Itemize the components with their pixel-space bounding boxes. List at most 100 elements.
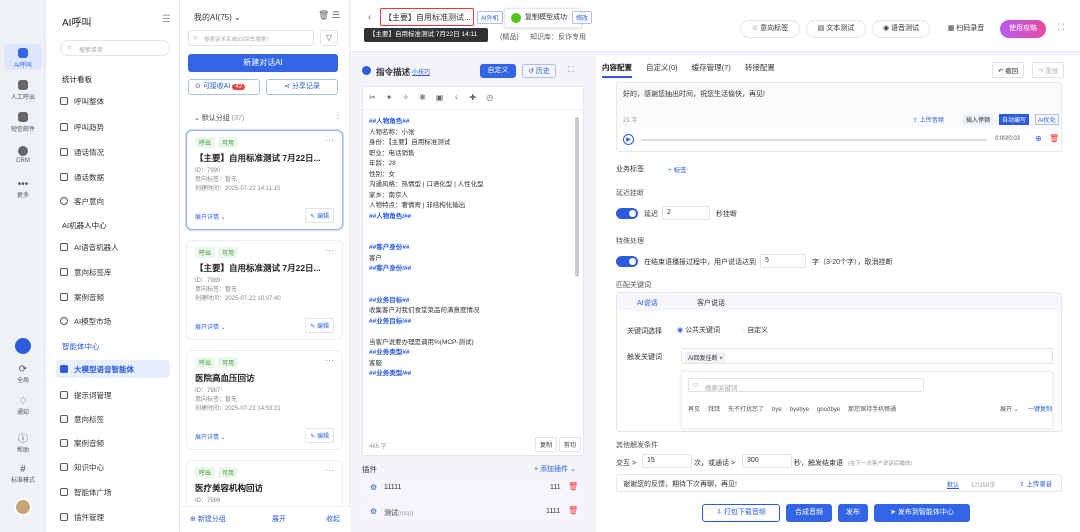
- default-link[interactable]: 默认: [947, 480, 959, 489]
- cut-button[interactable]: 剪切: [559, 437, 582, 452]
- custom-button[interactable]: 自定义: [480, 64, 516, 78]
- tab-customer-speech[interactable]: 客户说话: [697, 298, 725, 308]
- card-more-icon[interactable]: ···: [325, 245, 334, 255]
- voice-test-button[interactable]: ◉ 语音测试: [872, 20, 930, 38]
- menu-item-agent-plaza[interactable]: 智能体广场: [56, 483, 170, 501]
- closing-line-box[interactable]: 谢谢您的反馈，期待下次再聊，再见! 默认 17/150字 ⇪ 上传录音: [616, 474, 1062, 492]
- rail-item-manual[interactable]: 人工呼出: [0, 80, 46, 104]
- plugin-row[interactable]: ⚙ 11111 111 🗑: [362, 478, 584, 498]
- add-plugin-button[interactable]: + 添加插件 ⌄: [534, 464, 576, 474]
- keyword-option[interactable]: bye: [772, 407, 782, 413]
- menu-item-audio[interactable]: 案例音频: [56, 288, 170, 306]
- keyword-option[interactable]: 先不打扰您了: [728, 404, 764, 413]
- audio-player[interactable]: ▶ 0:00/0:03 ⊕ 🗑: [617, 129, 1061, 151]
- menu-item-llm-agent[interactable]: 大模型语音智能体: [56, 360, 170, 378]
- edit-tag[interactable]: 修改: [572, 11, 593, 24]
- progress-bar[interactable]: [641, 139, 987, 141]
- avatar[interactable]: [14, 498, 32, 516]
- ai-card[interactable]: 呼出 可用 ··· 【主要】自用标准测试 7月22日... ID：7989 意向标签…: [186, 240, 343, 340]
- rail-item-more[interactable]: ••• 更多: [0, 180, 46, 204]
- delete-icon[interactable]: 🗑: [1049, 134, 1059, 143]
- ai-title[interactable]: 【主要】自用标准测试...: [380, 8, 474, 26]
- trigger-input[interactable]: AI回复挂断 ×: [681, 348, 1053, 364]
- radio-custom[interactable]: ○ 自定义: [741, 325, 768, 335]
- redo-button[interactable]: ↷ 重做: [1032, 62, 1065, 78]
- filter-icon[interactable]: ▽: [320, 30, 338, 46]
- ai-card[interactable]: 呼出 可用 ··· 医院高血压回访 ID：7987 意向标签：暂无 创建时间：2025…: [186, 350, 343, 450]
- interaction-input[interactable]: 15: [642, 454, 692, 468]
- publish-button[interactable]: 发布: [838, 504, 868, 522]
- tab-cache[interactable]: 缓存管理(7): [692, 62, 731, 78]
- menu-item-voice-robot[interactable]: AI语音机器人: [56, 238, 170, 256]
- keyword-option[interactable]: 再见: [688, 404, 700, 413]
- edit-button[interactable]: ✎ 编辑: [305, 318, 334, 333]
- collapse-menu-icon[interactable]: ☰: [162, 14, 171, 25]
- synthesize-audio-button[interactable]: 合成音频: [786, 504, 832, 522]
- expand-all-button[interactable]: 展开: [272, 514, 286, 524]
- rail-item-ai-call[interactable]: AI呼叫: [4, 44, 42, 70]
- tab-transfer[interactable]: 转接配置: [745, 62, 775, 78]
- undo-button[interactable]: ↶ 撤回: [992, 62, 1025, 78]
- delete-icon[interactable]: 🗑: [568, 506, 578, 515]
- tab-content[interactable]: 内容配置: [602, 62, 632, 78]
- edit-button[interactable]: ✎ 编辑: [305, 208, 334, 223]
- expand-keywords[interactable]: 展开 ⌄: [1000, 404, 1019, 413]
- expand-details-link[interactable]: 展开详情 ⌄: [195, 322, 226, 331]
- play-icon[interactable]: ▶: [623, 134, 634, 145]
- guide-button[interactable]: 使用攻略: [1000, 20, 1046, 38]
- ai-optimize-button[interactable]: AI优化: [1035, 114, 1059, 125]
- menu-search[interactable]: ○ 搜索菜单: [60, 40, 170, 56]
- new-group-button[interactable]: ⊕ 新建分组: [190, 514, 226, 524]
- expand-details-link[interactable]: 展开详情 ⌄: [195, 212, 226, 221]
- copy-button[interactable]: 复制: [535, 437, 558, 452]
- assistant-icon[interactable]: [15, 338, 31, 354]
- scan-record-button[interactable]: ▦ 扫码录音: [938, 20, 994, 38]
- tab-custom[interactable]: 自定义(0): [646, 62, 678, 78]
- rail-item-sms[interactable]: 短信邮件: [0, 112, 46, 136]
- card-more-icon[interactable]: ···: [325, 135, 334, 145]
- auto-write-button[interactable]: 自动编写: [999, 114, 1030, 125]
- plugin-row[interactable]: ⚙ 测试(mcp) 1111 🗑: [362, 502, 584, 522]
- receive-ai-button[interactable]: ⊙ 可接收AI 42: [188, 79, 260, 95]
- keyword-list[interactable]: 再见 拜拜 先不打扰您了 bye byebye goodbye 那您保持手机畅通: [688, 404, 968, 413]
- tips-link[interactable]: 小技巧: [412, 67, 430, 76]
- menu-item-case-audio[interactable]: 案例音频: [56, 434, 170, 452]
- menu-item-intent[interactable]: 客户意向: [56, 192, 170, 210]
- list-tools[interactable]: 🗑 ☰: [318, 10, 340, 21]
- add-tag-button[interactable]: + 标签: [668, 164, 687, 174]
- keyword-search-input[interactable]: ○ 搜索关键词: [688, 378, 924, 392]
- rail-item-help[interactable]: ⓘ 帮助: [0, 430, 46, 454]
- menu-item-tag-lib[interactable]: 意向标签库: [56, 263, 170, 281]
- intent-tag-button[interactable]: ☆ 意向标签: [740, 20, 800, 38]
- menu-item-knowledge[interactable]: 知识中心: [56, 458, 170, 476]
- menu-item-plugin[interactable]: 插件管理: [56, 508, 170, 526]
- ai-card[interactable]: 呼出 可用 ··· 医疗美容机构回访 ID：7986: [186, 460, 343, 510]
- menu-item-call-data[interactable]: 通话数据: [56, 168, 170, 186]
- radio-public[interactable]: ◉ 公共关键词: [677, 325, 720, 335]
- upload-audio-button[interactable]: ⇪ 上传音频: [913, 115, 944, 124]
- download-icon[interactable]: ⊕: [1035, 134, 1042, 143]
- new-ai-button[interactable]: 新建对话AI: [188, 54, 338, 72]
- rail-item-mode[interactable]: # 标准模式: [0, 464, 46, 484]
- keyword-option[interactable]: 那您保持手机畅通: [848, 404, 896, 413]
- menu-item-intent-tag[interactable]: 意向标签: [56, 410, 170, 428]
- special-input[interactable]: 5: [760, 254, 806, 268]
- expand-icon[interactable]: ⛶: [568, 65, 574, 75]
- text-test-button[interactable]: ▤ 文本测试: [806, 20, 866, 38]
- delay-input[interactable]: 2: [662, 206, 710, 220]
- delay-toggle[interactable]: [616, 208, 638, 219]
- fullscreen-icon[interactable]: ⛶: [1058, 22, 1064, 33]
- menu-item-call-overall[interactable]: 呼叫整体: [56, 92, 170, 110]
- history-button[interactable]: ↺ 历史: [522, 64, 556, 78]
- publish-agent-button[interactable]: ➤ 发布到智能体中心: [874, 504, 970, 522]
- expand-details-link[interactable]: 展开详情 ⌄: [195, 432, 226, 441]
- keyword-option[interactable]: 拜拜: [708, 404, 720, 413]
- menu-item-call-status[interactable]: 通话情况: [56, 143, 170, 161]
- menu-item-call-trend[interactable]: 呼叫趋势: [56, 118, 170, 136]
- list-search-input[interactable]: ○ 搜索话术名或ID(回车搜索): [188, 30, 314, 46]
- rail-item-notify[interactable]: ♢ 通知: [0, 396, 46, 416]
- delete-icon[interactable]: 🗑: [568, 482, 578, 491]
- card-more-icon[interactable]: ···: [325, 465, 334, 475]
- rail-item-global[interactable]: ⟳ 全局: [0, 364, 46, 384]
- editor-box[interactable]: ✂✦✧❋▣♀✚◷ ##人物角色## 人物名称：小张 身份：【主要】自用标准测试 职业：…: [362, 86, 584, 456]
